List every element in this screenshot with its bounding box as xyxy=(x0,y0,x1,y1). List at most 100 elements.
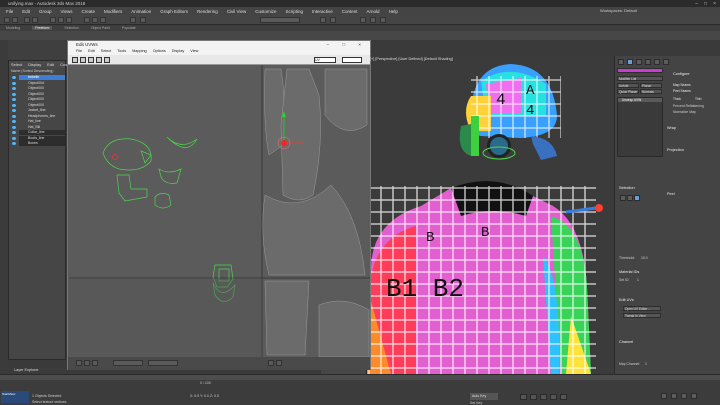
visibility-eye-icon[interactable] xyxy=(12,98,16,101)
visibility-eye-icon[interactable] xyxy=(12,76,16,79)
scene-row[interactable]: Headphones_line xyxy=(12,114,65,119)
visibility-eye-icon[interactable] xyxy=(12,136,16,140)
unfold-button[interactable]: Unfold xyxy=(617,83,639,88)
scene-row[interactable]: tmbelle xyxy=(12,75,65,80)
set-id-value[interactable]: 1 xyxy=(637,278,639,282)
uv-freeform-icon[interactable] xyxy=(96,57,102,63)
menu-customize[interactable]: Customize xyxy=(255,9,276,14)
visibility-eye-icon[interactable] xyxy=(12,125,16,129)
normals-button[interactable]: Normals xyxy=(640,89,662,94)
tab-populate[interactable]: Populate xyxy=(122,26,136,30)
uv-mirror-icon[interactable] xyxy=(104,57,110,63)
edge-select-icon[interactable] xyxy=(627,195,633,201)
uv-window-buttons[interactable]: – □ × xyxy=(327,41,367,49)
prev-frame-icon[interactable] xyxy=(530,394,537,400)
normalize-map-checkbox[interactable]: Normalize Map xyxy=(673,110,696,114)
scale-icon[interactable] xyxy=(100,17,106,23)
display-tab-icon[interactable] xyxy=(654,59,660,65)
quick-planar-button[interactable]: Quick Planar xyxy=(617,89,639,94)
polygon-select-icon[interactable] xyxy=(634,195,640,201)
tab-modeling[interactable]: Modeling xyxy=(6,26,20,30)
visibility-eye-icon[interactable] xyxy=(12,142,16,145)
tab-selection[interactable]: Selection xyxy=(64,26,78,30)
visibility-eye-icon[interactable] xyxy=(12,109,16,112)
menu-create[interactable]: Create xyxy=(81,9,95,14)
uv-scale-icon[interactable] xyxy=(88,57,94,63)
sx-menu-select[interactable]: Select xyxy=(11,62,22,67)
modifier-list-dropdown[interactable]: Modifier List xyxy=(617,76,663,81)
menu-rendering[interactable]: Rendering xyxy=(197,9,218,14)
link-icon[interactable] xyxy=(24,17,30,23)
configure-tab-label[interactable]: Configure xyxy=(673,72,689,76)
map-channel-value[interactable]: 1 xyxy=(645,362,647,366)
visibility-eye-icon[interactable] xyxy=(12,81,16,85)
visibility-eye-icon[interactable] xyxy=(12,103,16,107)
auto-key-button[interactable]: Auto Key xyxy=(470,393,498,400)
tab-freeform[interactable]: Freeform xyxy=(32,26,53,30)
column-header[interactable]: Name (Sorted Descending) xyxy=(11,69,53,73)
menu-modifiers[interactable]: Modifiers xyxy=(104,9,122,14)
go-to-start-icon[interactable] xyxy=(520,394,527,400)
scene-row[interactable]: Boxes xyxy=(12,141,65,146)
set-key-button[interactable]: Set Key xyxy=(470,401,482,405)
scene-row[interactable]: Hat_line xyxy=(12,119,65,124)
wrap-section[interactable]: Wrap xyxy=(667,126,676,130)
frame-counter[interactable]: 0 / 100 xyxy=(200,381,220,385)
peel-section[interactable]: Peel xyxy=(667,192,675,196)
hierarchy-tab-icon[interactable] xyxy=(636,59,642,65)
visibility-eye-icon[interactable] xyxy=(12,92,16,96)
render-frame-icon[interactable] xyxy=(370,17,376,23)
map-seams-option[interactable]: Map Seams xyxy=(673,83,691,87)
zoom-all-icon[interactable] xyxy=(671,393,677,399)
motion-tab-icon[interactable] xyxy=(645,59,651,65)
menu-graph-editors[interactable]: Graph Editors xyxy=(160,9,188,14)
create-tab-icon[interactable] xyxy=(618,59,624,65)
menu-file[interactable]: File xyxy=(6,9,13,14)
pan-icon[interactable] xyxy=(681,393,687,399)
workspace-selector[interactable]: Workspaces: Default xyxy=(600,8,637,13)
menu-edit[interactable]: Edit xyxy=(22,9,30,14)
align-icon[interactable] xyxy=(330,17,336,23)
zoom-icon[interactable] xyxy=(661,393,667,399)
layer-explorer-label[interactable]: Layer Explorer xyxy=(8,367,66,374)
channel-section[interactable]: Channel xyxy=(619,340,633,344)
prevent-reflattening-checkbox[interactable]: Prevent Reflattening xyxy=(673,104,704,108)
vertex-select-icon[interactable] xyxy=(620,195,626,201)
menu-views[interactable]: Views xyxy=(61,9,73,14)
uv-face-mode-icon[interactable] xyxy=(92,360,98,366)
tweak-in-view-button[interactable]: Tweak In View xyxy=(623,313,661,318)
menu-group[interactable]: Group xyxy=(39,9,52,14)
utilities-tab-icon[interactable] xyxy=(663,59,669,65)
orbit-icon[interactable] xyxy=(691,393,697,399)
scene-row[interactable]: Object000 xyxy=(12,103,65,108)
selection-section[interactable]: Selection xyxy=(619,186,635,190)
peel-seams-option[interactable]: Peel Seams xyxy=(673,89,691,93)
visibility-eye-icon[interactable] xyxy=(12,87,16,90)
menu-civil-view[interactable]: Civil View xyxy=(227,9,246,14)
menu-arnold[interactable]: Arnold xyxy=(367,9,380,14)
menu-content[interactable]: Content xyxy=(342,9,358,14)
render-setup-icon[interactable] xyxy=(360,17,366,23)
scene-row[interactable]: Object000 xyxy=(12,97,65,102)
sx-menu-display[interactable]: Display xyxy=(28,62,41,67)
projection-section[interactable]: Projection xyxy=(667,148,684,152)
rotate-icon[interactable] xyxy=(92,17,98,23)
viewport-label[interactable]: [+] [Perspective] [User Defined] [Defaul… xyxy=(370,57,453,61)
modify-tab-icon[interactable] xyxy=(627,59,633,65)
next-frame-icon[interactable] xyxy=(550,394,557,400)
rect-select-icon[interactable] xyxy=(66,17,72,23)
redo-icon[interactable] xyxy=(12,17,18,23)
stack-item-unwrap[interactable]: Unwrap UVW xyxy=(618,98,662,102)
angle-snap-icon[interactable] xyxy=(140,17,146,23)
visibility-eye-icon[interactable] xyxy=(12,120,16,123)
scene-row[interactable]: Object00d xyxy=(12,81,65,86)
play-icon[interactable] xyxy=(540,394,547,400)
checker-map-dropdown[interactable] xyxy=(342,57,362,63)
scene-row[interactable]: Object000 xyxy=(12,86,65,91)
undo-icon[interactable] xyxy=(4,17,10,23)
uv-pan-icon[interactable] xyxy=(276,360,282,366)
menu-animation[interactable]: Animation xyxy=(131,9,151,14)
menu-scripting[interactable]: Scripting xyxy=(286,9,304,14)
thick-option[interactable]: Thick xyxy=(673,97,681,101)
menu-interactive[interactable]: Interactive xyxy=(312,9,333,14)
